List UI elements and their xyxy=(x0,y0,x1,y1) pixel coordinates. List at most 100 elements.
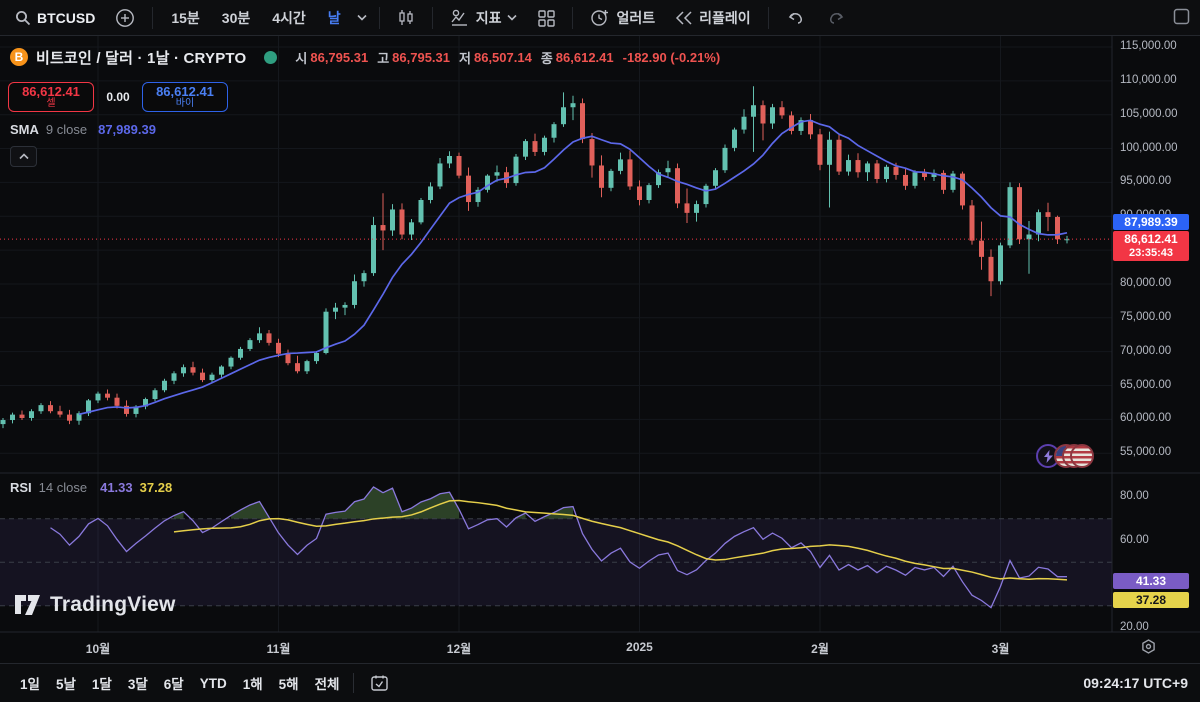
tradingview-mark-icon xyxy=(14,594,41,616)
bottom-separator xyxy=(353,673,354,693)
range-6m[interactable]: 6달 xyxy=(156,669,192,697)
symbol-legend[interactable]: B 비트코인 / 달러 · 1날 · CRYPTO 시 86,795.31 고 … xyxy=(10,46,720,68)
high-value: 86,795.31 xyxy=(392,50,450,65)
sma-name: SMA xyxy=(10,122,39,137)
range-5y[interactable]: 5해 xyxy=(271,669,307,697)
time-axis-label: 2월 xyxy=(811,640,829,657)
flag-badges-icon[interactable] xyxy=(1054,444,1094,468)
sell-button[interactable]: 86,612.41 셀 xyxy=(8,82,94,112)
alert-clock-icon xyxy=(590,8,610,28)
plus-circle-icon xyxy=(115,8,135,28)
collapse-legend-button[interactable] xyxy=(10,146,37,167)
rsi-name: RSI xyxy=(10,480,32,495)
low-value: 86,507.14 xyxy=(474,50,532,65)
timeframe-4h[interactable]: 4시간 xyxy=(264,4,314,32)
range-ytd[interactable]: YTD xyxy=(192,672,235,695)
alert-button[interactable]: 얼러트 xyxy=(583,4,662,32)
fullscreen-icon[interactable] xyxy=(1173,8,1190,25)
range-1y[interactable]: 1해 xyxy=(235,669,271,697)
toolbar-separator xyxy=(432,7,433,29)
change-value: -182.90 (-0.21%) xyxy=(623,50,721,65)
symbol-title[interactable]: 비트코인 / 달러 · 1날 · CRYPTO xyxy=(36,47,246,68)
buy-label: 바이 xyxy=(176,99,194,110)
alert-label: 얼러트 xyxy=(616,8,655,28)
price-tick: 115,000.00 xyxy=(1120,40,1177,52)
clock-timezone[interactable]: 09:24:17 UTC+9 xyxy=(1083,675,1188,691)
indicators-label: 지표 xyxy=(476,8,502,28)
range-all[interactable]: 전체 xyxy=(307,669,348,697)
spread-value: 0.00 xyxy=(98,90,138,104)
sma-value: 87,989.39 xyxy=(98,122,156,137)
undo-icon xyxy=(786,10,806,26)
time-axis-label: 12월 xyxy=(447,640,471,657)
go-to-date-icon[interactable] xyxy=(370,674,389,692)
price-tick: 100,000.00 xyxy=(1120,142,1178,154)
search-icon xyxy=(15,10,31,26)
trade-widget: 86,612.41 셀 0.00 86,612.41 바이 xyxy=(8,82,228,112)
timeframe-1d[interactable]: 날 xyxy=(320,4,349,32)
redo-button[interactable] xyxy=(819,4,853,32)
toolbar-separator xyxy=(768,7,769,29)
indicators-icon xyxy=(450,9,470,27)
sma-axis-label: 87,989.39 xyxy=(1113,214,1189,230)
price-tick: 60,000.00 xyxy=(1120,412,1171,424)
open-value: 86,795.31 xyxy=(310,50,368,65)
price-axis[interactable]: 115,000.00110,000.00105,000.00100,000.00… xyxy=(1113,36,1200,632)
price-tick: 80,000.00 xyxy=(1120,277,1171,289)
timeframe-menu-button[interactable] xyxy=(355,4,369,32)
grid-layout-icon xyxy=(537,9,555,27)
rsi-legend[interactable]: RSI 14 close 41.33 37.28 xyxy=(10,480,172,495)
gear-icon[interactable] xyxy=(1140,638,1157,655)
buy-price: 86,612.41 xyxy=(156,85,214,99)
rsi-ma-axis-label: 37.28 xyxy=(1113,592,1189,608)
sell-price: 86,612.41 xyxy=(22,85,80,99)
symbol-search-label: BTCUSD xyxy=(37,10,95,26)
price-tick: 110,000.00 xyxy=(1120,74,1177,86)
price-tick: 70,000.00 xyxy=(1120,345,1171,357)
tradingview-logo-text: TradingView xyxy=(50,593,176,617)
time-axis[interactable]: 10월11월12월20252월3월 xyxy=(0,633,1200,663)
candlestick-style-icon xyxy=(397,8,415,28)
symbol-search-button[interactable]: BTCUSD xyxy=(8,4,102,32)
price-tick: 55,000.00 xyxy=(1120,446,1171,458)
ohlc-values: 시 86,795.31 고 86,795.31 저 86,507.14 종 86… xyxy=(295,48,720,67)
current-price-value: 86,612.41 xyxy=(1113,232,1189,246)
bottom-toolbar: 1일 5날 1달 3달 6달 YTD 1해 5해 전체 09:24:17 UTC… xyxy=(0,663,1200,702)
rsi-params: 14 close xyxy=(39,480,87,495)
indicators-button[interactable]: 지표 xyxy=(443,4,525,32)
bar-countdown: 23:35:43 xyxy=(1113,247,1189,260)
buy-button[interactable]: 86,612.41 바이 xyxy=(142,82,228,112)
toolbar-separator xyxy=(152,7,153,29)
timeframe-15m[interactable]: 15분 xyxy=(163,4,207,32)
price-tick: 95,000.00 xyxy=(1120,175,1171,187)
range-5d[interactable]: 5날 xyxy=(48,669,84,697)
range-3m[interactable]: 3달 xyxy=(120,669,156,697)
sma-legend[interactable]: SMA 9 close 87,989.39 xyxy=(10,122,156,137)
price-tick: 65,000.00 xyxy=(1120,379,1171,391)
close-key: 종 xyxy=(541,48,553,67)
chart-style-button[interactable] xyxy=(390,4,422,32)
tradingview-app: BTCUSD 15분 30분 4시간 날 xyxy=(0,0,1200,702)
tradingview-logo[interactable]: TradingView xyxy=(14,593,176,617)
rsi-tick: 20.00 xyxy=(1120,621,1149,633)
market-status-icon xyxy=(264,51,277,64)
compare-add-button[interactable] xyxy=(108,4,142,32)
open-key: 시 xyxy=(295,48,307,67)
toolbar-separator xyxy=(379,7,380,29)
redo-icon xyxy=(826,10,846,26)
time-axis-label: 10월 xyxy=(86,640,110,657)
timeframe-30m[interactable]: 30분 xyxy=(214,4,258,32)
undo-button[interactable] xyxy=(779,4,813,32)
rsi-tick: 60.00 xyxy=(1120,534,1149,546)
current-price-axis-label: 86,612.41 23:35:43 xyxy=(1113,231,1189,261)
range-1m[interactable]: 1달 xyxy=(84,669,120,697)
rsi-axis-label: 41.33 xyxy=(1113,573,1189,589)
chevron-up-icon xyxy=(19,153,29,160)
replay-button[interactable]: 리플레이 xyxy=(668,4,758,32)
time-axis-label: 3월 xyxy=(992,640,1010,657)
rsi-tick: 80.00 xyxy=(1120,490,1149,502)
range-1d[interactable]: 1일 xyxy=(12,669,48,697)
high-key: 고 xyxy=(377,48,389,67)
low-key: 저 xyxy=(459,48,471,67)
layout-grid-button[interactable] xyxy=(530,4,562,32)
